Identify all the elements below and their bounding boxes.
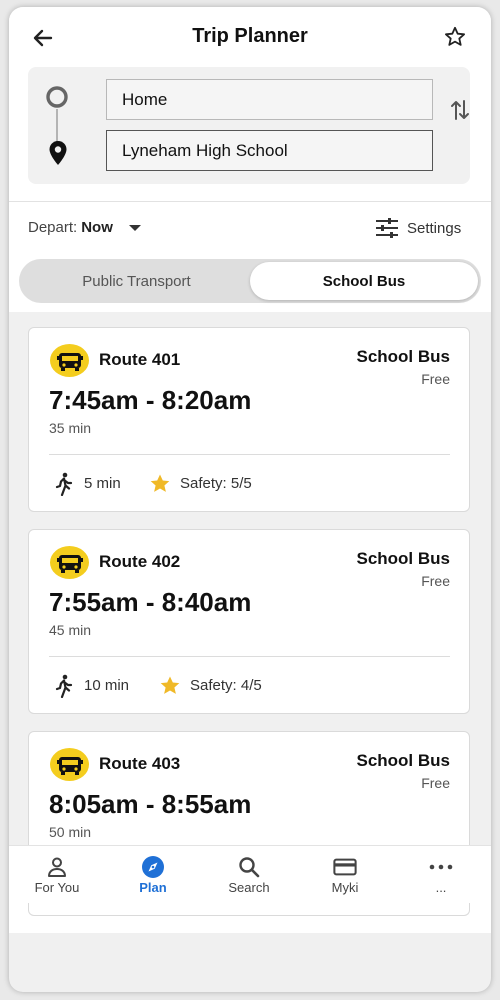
list-bottom [9,903,491,933]
depart-selector[interactable]: Depart: Now [28,219,141,236]
nav-myki[interactable]: Myki [297,846,393,904]
route-duration: 45 min [49,622,92,638]
route-fare: Free [421,573,450,589]
route-mode: School Bus [356,347,450,366]
swap-vertical-icon[interactable] [449,97,471,123]
nav-label: For You [34,880,80,895]
route-fare: Free [421,371,450,387]
card-icon [333,856,357,878]
header: Trip Planner [9,7,491,67]
more-icon [429,856,453,878]
bus-icon [50,546,89,579]
trip-locations: Home Lyneham High School [28,67,470,184]
route-times: 7:45am - 8:20am [49,385,252,415]
route-card[interactable]: Route 401 School Bus Free 7:45am - 8:20a… [28,327,470,512]
nav-plan[interactable]: Plan [105,846,201,904]
mode-toggle: Public Transport School Bus [19,259,481,303]
walking-icon [55,472,73,496]
walking-icon [55,674,73,698]
route-mode: School Bus [356,751,450,770]
nav-more[interactable]: ... [393,846,489,904]
phone-screen: Trip Planner Home Lyneham High School De… [9,7,491,992]
nav-label: Plan [139,880,167,895]
divider [9,201,491,202]
origin-circle-icon [46,86,68,108]
safety-rating: Safety: 5/5 [180,475,252,492]
route-name: Route 401 [99,350,181,369]
route-duration: 35 min [49,420,92,436]
depart-value: Now [81,219,113,236]
bottom-nav: For You Plan Search Myki ... [9,845,491,904]
safety-rating: Safety: 4/5 [190,677,262,694]
route-connector [56,109,58,143]
walk-time: 10 min [84,677,130,694]
route-fare: Free [421,775,450,791]
compass-icon [141,856,165,878]
card-divider [49,656,450,657]
card-divider [49,454,450,455]
star-outline-icon [445,26,465,46]
person-icon [45,856,69,878]
bus-icon [50,344,89,377]
bus-icon [50,748,89,781]
route-duration: 50 min [49,824,92,840]
top-panel: Trip Planner Home Lyneham High School De… [9,7,491,312]
settings-button[interactable]: Settings [375,218,461,238]
tab-school-bus[interactable]: School Bus [250,262,478,300]
route-name: Route 402 [99,552,181,571]
route-times: 7:55am - 8:40am [49,587,252,617]
nav-label: Search [228,880,270,895]
route-card-bottom [28,903,470,916]
star-icon [160,676,180,694]
page-title: Trip Planner [192,25,308,47]
route-card[interactable]: Route 402 School Bus Free 7:55am - 8:40a… [28,529,470,714]
search-icon [237,856,261,878]
tab-public-transport[interactable]: Public Transport [22,262,251,300]
location-pin-icon [49,141,67,165]
caret-down-icon [128,224,141,231]
route-mode: School Bus [356,549,450,568]
walk-time: 5 min [84,475,121,492]
nav-for-you[interactable]: For You [9,846,105,904]
nav-label: Myki [331,880,359,895]
depart-label: Depart: [28,219,78,236]
settings-label: Settings [407,219,462,237]
star-icon [150,474,170,492]
route-times: 8:05am - 8:55am [49,789,252,819]
nav-label: ... [435,880,447,895]
sliders-icon [376,218,398,238]
destination-field[interactable]: Lyneham High School [106,130,433,171]
favorite-button[interactable] [441,23,469,51]
route-name: Route 403 [99,754,181,773]
nav-search[interactable]: Search [201,846,297,904]
origin-field[interactable]: Home [106,79,433,120]
